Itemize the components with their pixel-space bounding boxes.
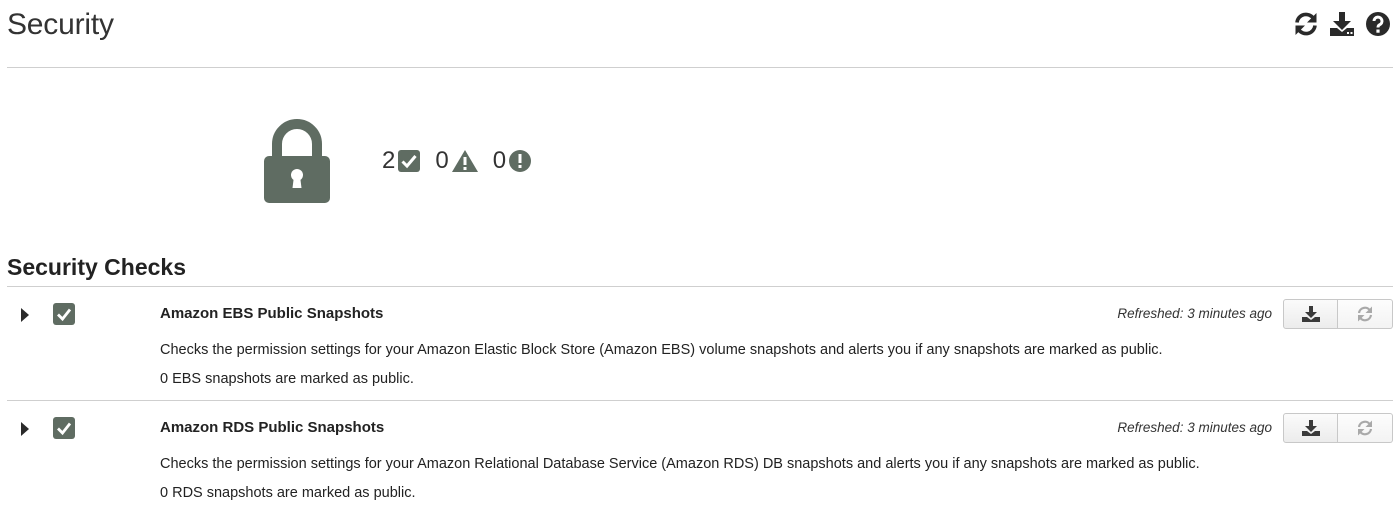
refresh-icon bbox=[1357, 420, 1373, 436]
lock-icon bbox=[264, 119, 330, 203]
check-row: Amazon EBS Public Snapshots Refreshed: 3… bbox=[7, 287, 1393, 400]
check-square-icon bbox=[53, 417, 75, 439]
summary-counts: 2 0 0 bbox=[382, 147, 546, 175]
summary-lock bbox=[263, 118, 331, 204]
expand-toggle[interactable] bbox=[19, 307, 31, 323]
check-actions bbox=[1283, 413, 1393, 443]
header-divider bbox=[7, 67, 1393, 68]
download-icon bbox=[1330, 12, 1354, 36]
check-result: 0 RDS snapshots are marked as public. bbox=[160, 485, 416, 501]
refresh-all-button[interactable] bbox=[1292, 10, 1320, 38]
download-icon bbox=[1301, 306, 1320, 322]
download-button[interactable] bbox=[1283, 413, 1338, 443]
check-result: 0 EBS snapshots are marked as public. bbox=[160, 371, 414, 387]
refreshed-time: Refreshed: 3 minutes ago bbox=[1117, 420, 1272, 435]
warning-icon bbox=[451, 150, 478, 172]
caret-right-icon bbox=[21, 422, 29, 436]
error-count-value: 0 bbox=[492, 147, 507, 174]
expand-toggle[interactable] bbox=[19, 421, 31, 437]
header-actions bbox=[1292, 10, 1392, 38]
refreshed-time: Refreshed: 3 minutes ago bbox=[1117, 306, 1272, 321]
check-row: Amazon RDS Public Snapshots Refreshed: 3… bbox=[7, 400, 1393, 512]
check-description: Checks the permission settings for your … bbox=[160, 342, 1163, 358]
check-name[interactable]: Amazon EBS Public Snapshots bbox=[160, 305, 383, 322]
security-page: Security 2 0 0 Security Checks Amazon EB… bbox=[0, 0, 1400, 512]
section-title: Security Checks bbox=[7, 254, 186, 280]
download-icon bbox=[1301, 420, 1320, 436]
refresh-icon bbox=[1295, 12, 1317, 36]
check-name[interactable]: Amazon RDS Public Snapshots bbox=[160, 419, 384, 436]
error-icon bbox=[509, 150, 532, 172]
check-status bbox=[53, 303, 75, 325]
help-icon bbox=[1366, 12, 1390, 36]
warning-count-value: 0 bbox=[435, 147, 449, 174]
help-button[interactable] bbox=[1364, 10, 1392, 38]
check-status bbox=[53, 417, 75, 439]
ok-count-value: 2 bbox=[382, 147, 396, 174]
page-title: Security bbox=[7, 8, 114, 41]
refresh-button[interactable] bbox=[1338, 299, 1393, 329]
download-button[interactable] bbox=[1283, 299, 1338, 329]
refresh-button[interactable] bbox=[1338, 413, 1393, 443]
download-all-button[interactable] bbox=[1328, 10, 1356, 38]
check-description: Checks the permission settings for your … bbox=[160, 456, 1200, 472]
check-square-icon bbox=[53, 303, 75, 325]
error-count: 0 bbox=[493, 147, 532, 175]
check-square-icon bbox=[398, 150, 421, 172]
warning-count: 0 bbox=[435, 147, 478, 175]
check-actions bbox=[1283, 299, 1393, 329]
ok-count: 2 bbox=[382, 147, 421, 175]
refresh-icon bbox=[1357, 306, 1373, 322]
caret-right-icon bbox=[21, 308, 29, 322]
